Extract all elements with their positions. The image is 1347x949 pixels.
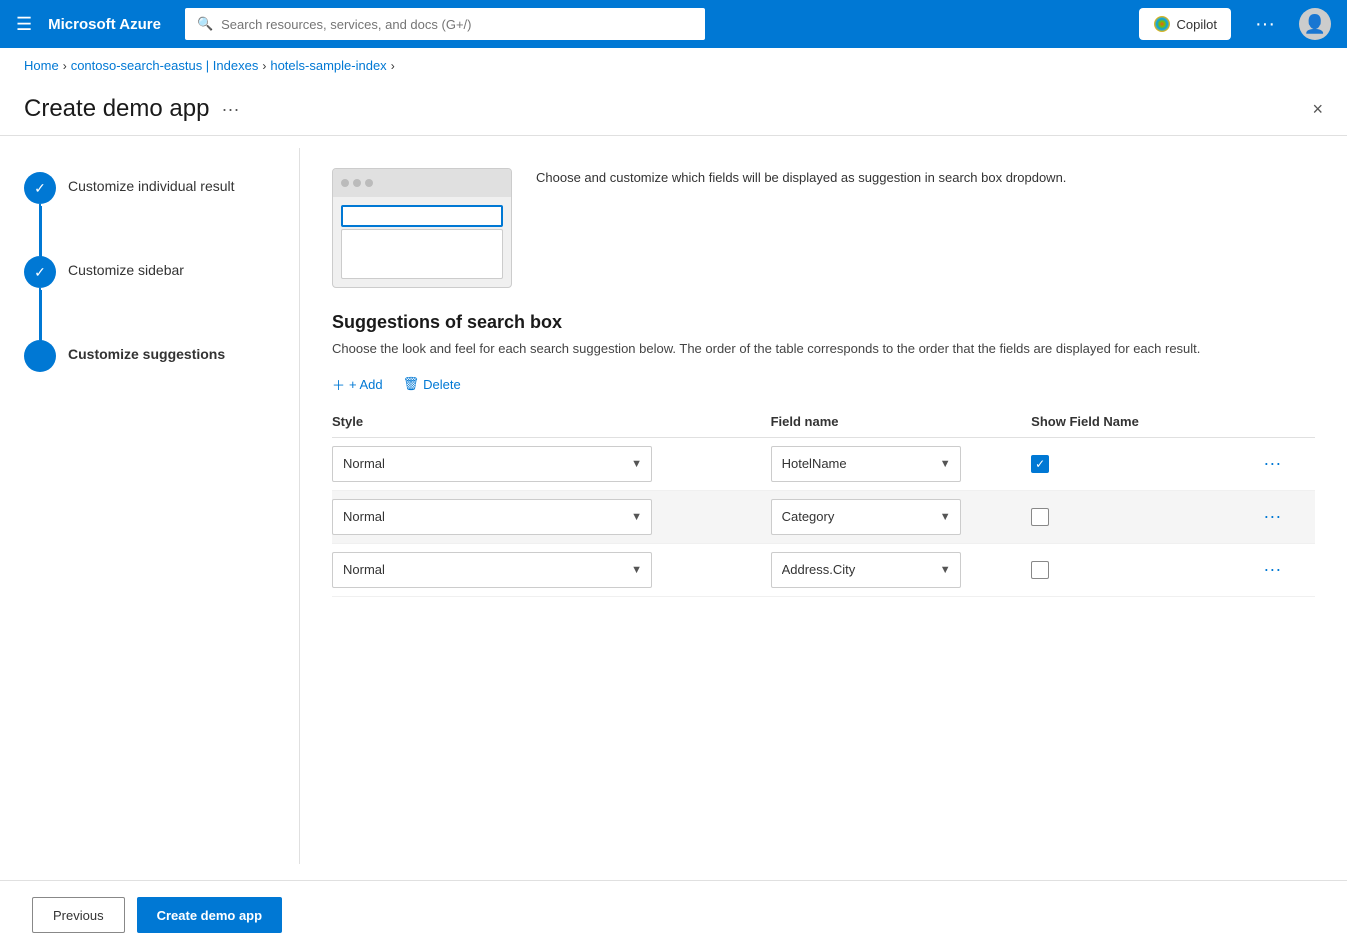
- main-layout: ✓ Customize individual result ✓ Customiz…: [0, 148, 1347, 864]
- checkbox-checked-icon[interactable]: ✓: [1031, 455, 1049, 473]
- style-dropdown-3[interactable]: Normal Bold Italic: [332, 552, 652, 588]
- step-2-circle: ✓: [24, 256, 56, 288]
- show-field-checkbox-2: [1031, 508, 1251, 526]
- field-dropdown-2-wrapper: HotelName Category Address.City ▼: [771, 499, 961, 535]
- search-input[interactable]: [221, 17, 693, 32]
- row-2-more-icon[interactable]: ···: [1263, 506, 1281, 526]
- delete-icon: 🗑: [403, 376, 420, 392]
- col-header-actions: [1263, 406, 1315, 438]
- breadcrumb: Home › contoso-search-eastus | Indexes ›…: [0, 48, 1347, 83]
- field-dropdown-2[interactable]: HotelName Category Address.City: [771, 499, 961, 535]
- content-panel: Choose and customize which fields will b…: [300, 148, 1347, 864]
- add-button[interactable]: ＋ + Add: [332, 375, 383, 394]
- row-2-style-cell: Normal Bold Italic ▼: [332, 490, 771, 543]
- row-3-more-icon[interactable]: ···: [1263, 559, 1281, 579]
- style-dropdown-1[interactable]: Normal Bold Italic: [332, 446, 652, 482]
- table-toolbar: ＋ + Add 🗑 Delete: [332, 375, 1315, 394]
- row-2-field-cell: HotelName Category Address.City ▼: [771, 490, 1032, 543]
- add-icon: ＋: [332, 375, 345, 394]
- step-3-label: Customize suggestions: [68, 340, 225, 362]
- header-divider: [0, 135, 1347, 136]
- add-label: + Add: [349, 377, 383, 392]
- copilot-label: Copilot: [1177, 17, 1217, 32]
- col-header-showfieldname: Show Field Name: [1031, 406, 1263, 438]
- checkbox-unchecked-icon[interactable]: [1031, 561, 1049, 579]
- row-1-more-icon[interactable]: ···: [1263, 453, 1281, 473]
- checkbox-unchecked-icon[interactable]: [1031, 508, 1049, 526]
- step-2-label: Customize sidebar: [68, 256, 184, 278]
- step-connector-1: [40, 206, 42, 258]
- style-dropdown-3-wrapper: Normal Bold Italic ▼: [332, 552, 652, 588]
- suggestions-table: Style Field name Show Field Name Normal …: [332, 406, 1315, 597]
- show-field-checkbox-3: [1031, 561, 1251, 579]
- field-dropdown-3-wrapper: HotelName Category Address.City ▼: [771, 552, 961, 588]
- row-3-style-cell: Normal Bold Italic ▼: [332, 543, 771, 596]
- row-1-style-cell: Normal Bold Italic ▼: [332, 437, 771, 490]
- table-row: Normal Bold Italic ▼ HotelName Category: [332, 437, 1315, 490]
- step-2: ✓ Customize sidebar: [24, 256, 275, 288]
- field-dropdown-1-wrapper: HotelName Category Address.City ▼: [771, 446, 961, 482]
- row-3-showfield-cell: [1031, 543, 1263, 596]
- user-avatar[interactable]: 👤: [1299, 8, 1331, 40]
- preview-dropdown: [341, 229, 503, 279]
- page-title: Create demo app: [24, 95, 209, 123]
- row-1-field-cell: HotelName Category Address.City ▼: [771, 437, 1032, 490]
- previous-button[interactable]: Previous: [32, 897, 125, 933]
- breadcrumb-home[interactable]: Home: [24, 58, 59, 73]
- field-dropdown-3[interactable]: HotelName Category Address.City: [771, 552, 961, 588]
- row-2-showfield-cell: [1031, 490, 1263, 543]
- style-dropdown-2[interactable]: Normal Bold Italic: [332, 499, 652, 535]
- style-dropdown-2-wrapper: Normal Bold Italic ▼: [332, 499, 652, 535]
- create-demo-button[interactable]: Create demo app: [137, 897, 282, 933]
- step-3-circle: [24, 340, 56, 372]
- col-header-style: Style: [332, 406, 771, 438]
- brand-name: Microsoft Azure: [48, 16, 161, 33]
- browser-bar: [333, 169, 511, 197]
- browser-dot-2: [353, 179, 361, 187]
- preview-row: Choose and customize which fields will b…: [332, 168, 1315, 288]
- row-3-field-cell: HotelName Category Address.City ▼: [771, 543, 1032, 596]
- delete-label: Delete: [423, 377, 461, 392]
- topbar-more-icon[interactable]: ···: [1247, 13, 1283, 36]
- row-3-actions-cell: ···: [1263, 543, 1315, 596]
- step-1: ✓ Customize individual result: [24, 172, 275, 204]
- preview-browser: [332, 168, 512, 288]
- step-connector-2: [40, 290, 42, 342]
- table-row: Normal Bold Italic ▼ HotelName Category: [332, 490, 1315, 543]
- browser-dot-1: [341, 179, 349, 187]
- row-2-actions-cell: ···: [1263, 490, 1315, 543]
- copilot-button[interactable]: Copilot: [1139, 8, 1231, 40]
- preview-search: [341, 205, 503, 227]
- browser-dot-3: [365, 179, 373, 187]
- row-1-actions-cell: ···: [1263, 437, 1315, 490]
- step-1-label: Customize individual result: [68, 172, 235, 194]
- topbar: ☰ Microsoft Azure 🔍 Copilot ··· 👤: [0, 0, 1347, 48]
- footer-bar: Previous Create demo app: [0, 880, 1347, 949]
- row-1-showfield-cell: ✓: [1031, 437, 1263, 490]
- breadcrumb-index[interactable]: hotels-sample-index: [270, 58, 386, 73]
- page-header: Create demo app ··· ×: [0, 83, 1347, 123]
- close-button[interactable]: ×: [1312, 99, 1323, 120]
- delete-button[interactable]: 🗑 Delete: [403, 376, 461, 392]
- copilot-icon: [1153, 15, 1171, 33]
- table-row: Normal Bold Italic ▼ HotelName Category: [332, 543, 1315, 596]
- menu-icon[interactable]: ☰: [16, 14, 32, 35]
- col-header-fieldname: Field name: [771, 406, 1032, 438]
- step-3: Customize suggestions: [24, 340, 275, 372]
- step-1-circle: ✓: [24, 172, 56, 204]
- section-desc: Choose the look and feel for each search…: [332, 339, 1315, 359]
- field-dropdown-1[interactable]: HotelName Category Address.City: [771, 446, 961, 482]
- preview-description: Choose and customize which fields will b…: [536, 168, 1315, 188]
- search-icon: 🔍: [197, 16, 213, 32]
- steps-panel: ✓ Customize individual result ✓ Customiz…: [0, 148, 300, 864]
- breadcrumb-indexes[interactable]: contoso-search-eastus | Indexes: [71, 58, 259, 73]
- style-dropdown-1-wrapper: Normal Bold Italic ▼: [332, 446, 652, 482]
- page-more-icon[interactable]: ···: [221, 99, 239, 120]
- section-title: Suggestions of search box: [332, 312, 1315, 333]
- search-box: 🔍: [185, 8, 705, 40]
- show-field-checkbox-1: ✓: [1031, 455, 1251, 473]
